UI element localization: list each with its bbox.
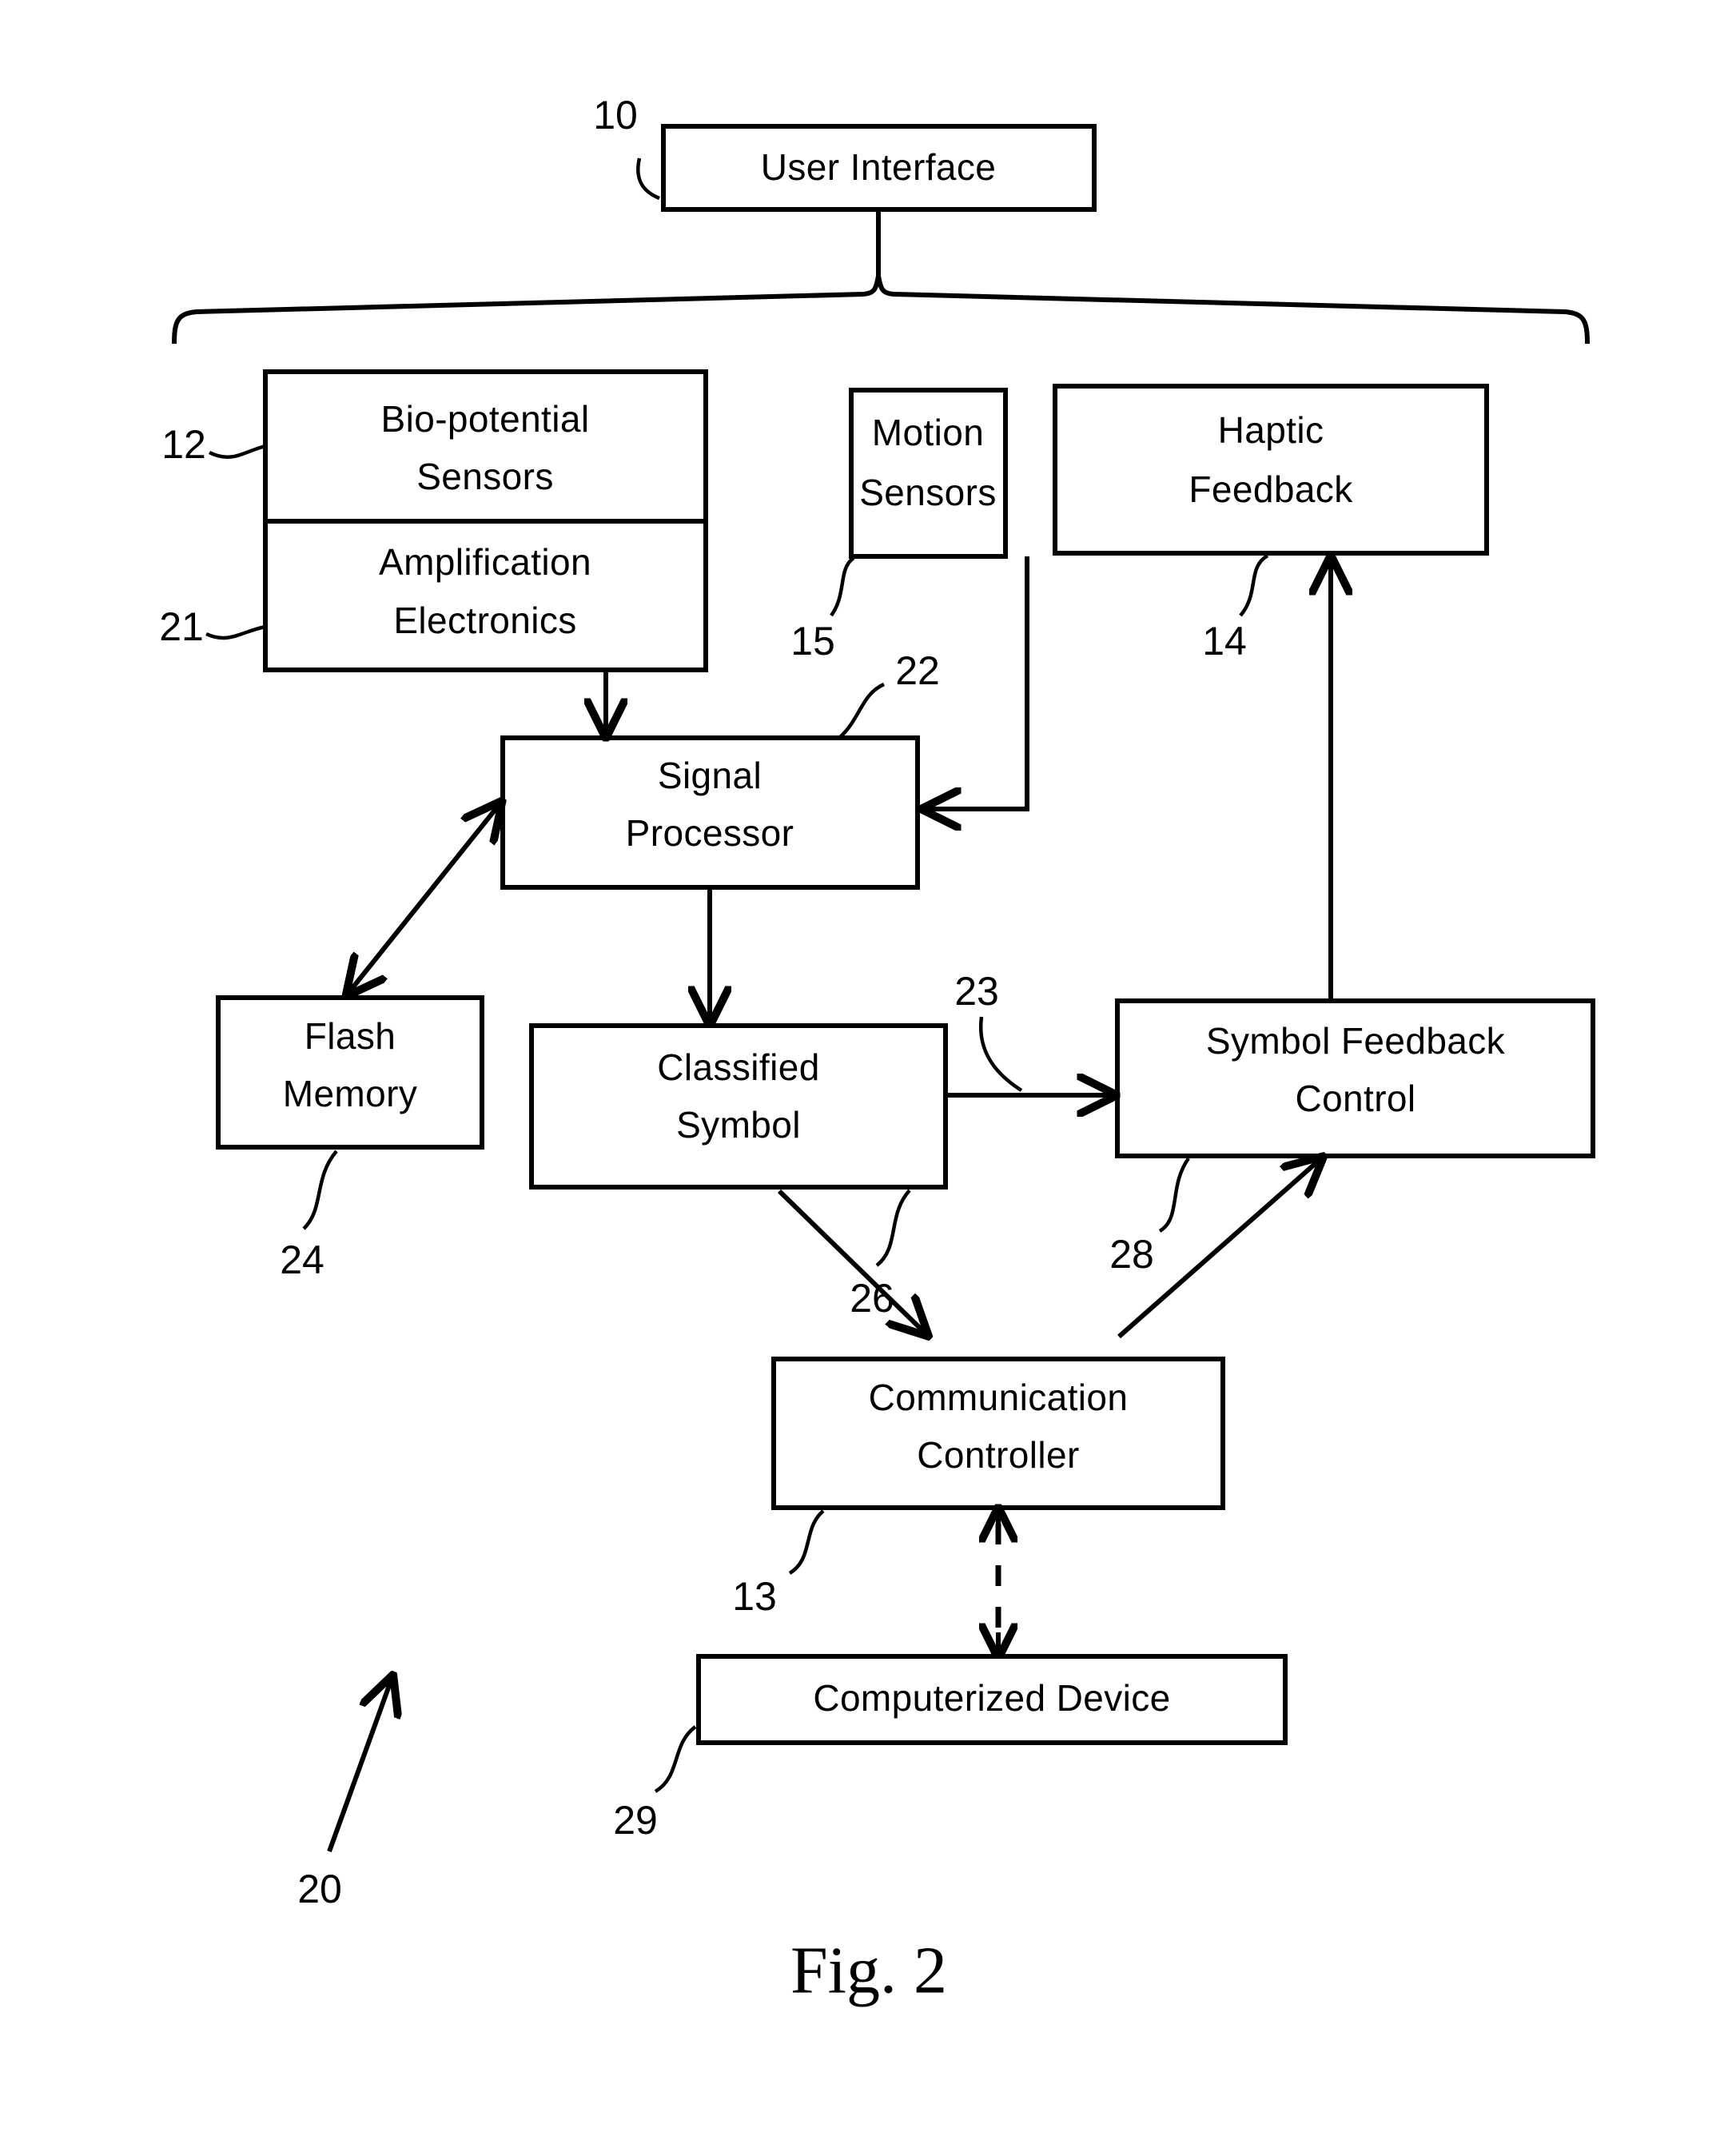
motion-sensors-label-line1: Motion [872, 412, 984, 453]
ref-callout-14: 14 [1202, 554, 1269, 664]
leader-line-26 [875, 1189, 911, 1267]
signal-processor-label-line1: Signal [658, 755, 762, 796]
ref-number-13: 13 [732, 1574, 777, 1619]
connector-motion-sensors-to-signal-processor [926, 556, 1029, 809]
ref-callout-12: 12 [161, 422, 266, 467]
leader-line-12 [208, 444, 266, 459]
system-ref-callout-20: 20 [297, 1679, 392, 1911]
ref-number-22: 22 [895, 648, 940, 693]
signal-processor-label-line2: Processor [626, 812, 794, 854]
amplification-electronics-label-line2: Electronics [393, 600, 576, 641]
leader-line-29 [654, 1725, 697, 1793]
classified-symbol-label-line2: Symbol [676, 1104, 801, 1146]
ref-callout-22: 22 [838, 648, 940, 739]
communication-controller-label-line2: Controller [917, 1434, 1079, 1476]
ref-callout-28: 28 [1109, 1157, 1190, 1277]
system-ref-arrow [327, 1679, 392, 1853]
block-haptic-feedback[interactable]: Haptic Feedback [1053, 384, 1489, 556]
ref-callout-29: 29 [613, 1725, 697, 1843]
ref-number-15: 15 [790, 619, 835, 664]
block-signal-processor[interactable]: Signal Processor [500, 735, 920, 890]
ref-number-12: 12 [161, 422, 206, 467]
connector-signal-processor-flash-memory [348, 804, 500, 993]
leader-line-23 [978, 1016, 1023, 1092]
ref-callout-23: 23 [954, 969, 1023, 1092]
leader-line-22 [838, 682, 885, 739]
computerized-device-label: Computerized Device [813, 1677, 1170, 1719]
classified-symbol-label-line1: Classified [657, 1046, 819, 1088]
block-user-interface[interactable]: User Interface [661, 124, 1097, 212]
symbol-feedback-control-label-line1: Symbol Feedback [1206, 1020, 1506, 1062]
block-symbol-feedback-control[interactable]: Symbol Feedback Control [1115, 998, 1595, 1158]
block-flash-memory[interactable]: Flash Memory [216, 995, 484, 1150]
haptic-feedback-label-line1: Haptic [1218, 409, 1324, 451]
block-communication-controller[interactable]: Communication Controller [771, 1357, 1225, 1510]
block-motion-sensors[interactable]: Motion Sensors [849, 388, 1008, 559]
ref-number-10: 10 [593, 93, 638, 137]
amplification-electronics-label-line1: Amplification [379, 541, 591, 583]
ref-callout-21: 21 [159, 604, 266, 649]
leader-line-10 [636, 157, 660, 201]
block-classified-symbol[interactable]: Classified Symbol [529, 1023, 948, 1190]
ref-callout-10: 10 [593, 93, 660, 201]
flash-memory-label-line1: Flash [305, 1015, 396, 1057]
ref-callout-26: 26 [850, 1189, 911, 1321]
communication-controller-label-line1: Communication [869, 1377, 1129, 1418]
flash-memory-label-line2: Memory [283, 1073, 418, 1114]
leader-line-24 [302, 1150, 338, 1230]
ref-number-24: 24 [280, 1237, 325, 1282]
leader-line-13 [788, 1509, 825, 1575]
symbol-feedback-control-label-line2: Control [1295, 1078, 1415, 1119]
ref-callout-15: 15 [790, 556, 855, 664]
ref-number-23: 23 [954, 969, 999, 1014]
ref-number-20: 20 [297, 1867, 342, 1911]
haptic-feedback-label-line2: Feedback [1189, 468, 1353, 510]
ref-callout-24: 24 [280, 1150, 338, 1282]
leader-line-15 [830, 556, 855, 617]
ref-callout-13: 13 [732, 1509, 825, 1619]
grouping-brace [172, 275, 1590, 345]
user-interface-label: User Interface [761, 146, 997, 188]
ref-number-14: 14 [1202, 619, 1247, 664]
leader-line-21 [205, 624, 266, 640]
motion-sensors-label-line2: Sensors [859, 472, 997, 513]
patent-figure: User Interface 10 Bio-potential Sensors … [0, 0, 1736, 2156]
block-sensors-stack[interactable]: Bio-potential Sensors Amplification Elec… [263, 369, 708, 672]
leader-line-14 [1239, 554, 1269, 617]
bio-potential-sensors-label-line2: Sensors [416, 456, 554, 497]
figure-caption: Fig. 2 [790, 1933, 947, 2007]
block-computerized-device[interactable]: Computerized Device [696, 1654, 1288, 1745]
ref-number-21: 21 [159, 604, 204, 649]
bio-potential-sensors-label-line1: Bio-potential [381, 398, 590, 440]
figure-canvas: User Interface 10 Bio-potential Sensors … [159, 93, 1595, 2007]
ref-number-28: 28 [1109, 1232, 1154, 1277]
leader-line-28 [1158, 1157, 1190, 1233]
ref-number-29: 29 [613, 1798, 658, 1843]
